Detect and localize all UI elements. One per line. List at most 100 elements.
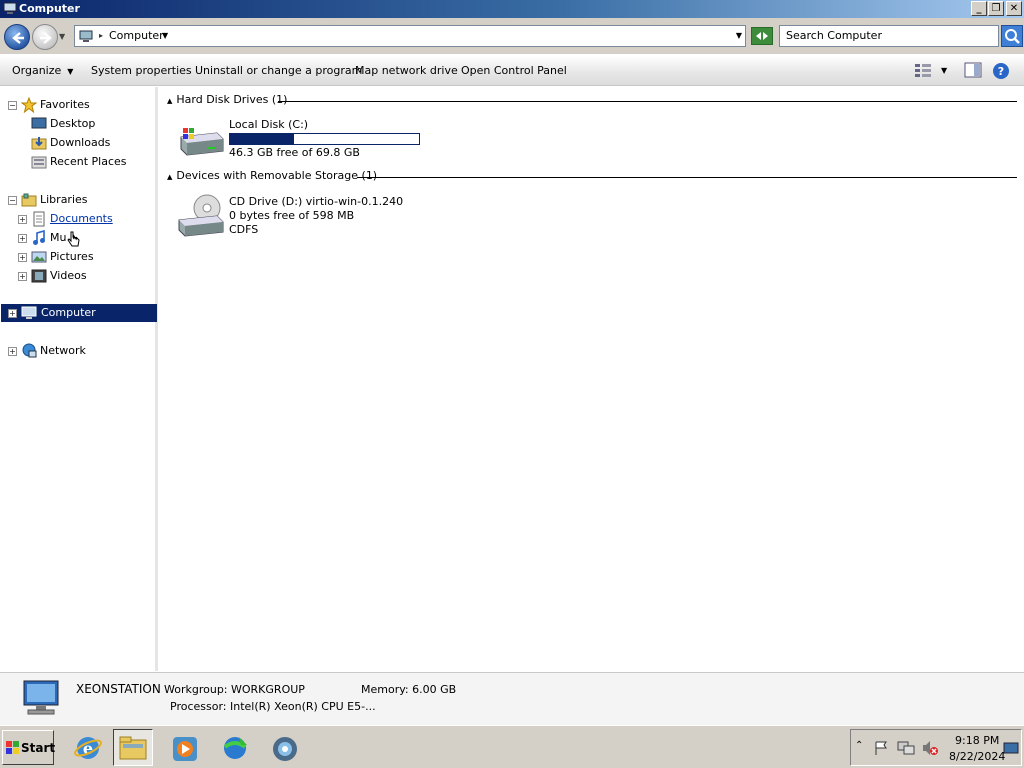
address-row: ▼ ▸ Computer ▼ ▼ Search Computer: [0, 18, 1024, 54]
nav-pictures-label: Pictures: [50, 250, 94, 263]
taskbar-app[interactable]: [264, 729, 304, 766]
recent-places-icon: [31, 156, 47, 169]
nav-music-label: Mu: [50, 231, 67, 244]
nav-desktop-label: Desktop: [50, 117, 96, 130]
network-icon: [22, 343, 37, 358]
memory: Memory: 6.00 GB: [361, 683, 457, 696]
collapse-group-icon[interactable]: ▲: [167, 173, 172, 181]
taskbar-windows-explorer[interactable]: [113, 729, 153, 766]
drive-c[interactable]: Local Disk (C:) 46.3 GB free of 69.8 GB: [175, 115, 435, 165]
address-history-dropdown[interactable]: ▼: [736, 31, 742, 40]
expand-icon[interactable]: +: [8, 309, 17, 318]
collapse-icon[interactable]: −: [8, 196, 17, 205]
network-globe-icon: [223, 737, 247, 759]
clock-time[interactable]: 9:18 PM: [955, 734, 999, 747]
chevron-down-icon[interactable]: ▼: [162, 31, 168, 40]
network-status-icon[interactable]: [897, 740, 915, 756]
nav-computer[interactable]: + Computer: [1, 304, 157, 322]
group-divider: [357, 177, 1017, 178]
command-bar: Organize ▼ System properties Uninstall or…: [0, 56, 1024, 86]
nav-libraries[interactable]: − Libraries: [0, 191, 155, 209]
map-network-drive-button[interactable]: Map network drive: [355, 64, 458, 77]
address-bar[interactable]: ▸ Computer ▼ ▼: [74, 25, 746, 47]
group-hard-disks-label: Hard Disk Drives (1): [176, 93, 288, 106]
expand-icon[interactable]: +: [8, 347, 17, 356]
back-arrow-icon: [12, 32, 24, 44]
refresh-button[interactable]: [751, 27, 773, 45]
start-button[interactable]: Start: [2, 730, 55, 765]
group-divider: [278, 101, 1017, 102]
open-control-panel-button[interactable]: Open Control Panel: [461, 64, 567, 77]
details-pane: XEONSTATION Workgroup: WORKGROUP Memory:…: [0, 672, 1024, 725]
taskbar-internet-explorer[interactable]: e: [68, 729, 108, 766]
nav-computer-label: Computer: [41, 306, 96, 319]
drive-d[interactable]: CD Drive (D:) virtio-win-0.1.240 0 bytes…: [175, 192, 435, 242]
group-header-removable[interactable]: ▲ Devices with Removable Storage (1): [167, 169, 377, 185]
forward-button[interactable]: [32, 24, 58, 50]
nav-downloads[interactable]: Downloads: [0, 134, 155, 152]
search-input[interactable]: Search Computer: [779, 25, 999, 47]
show-desktop-icon[interactable]: [1003, 742, 1019, 756]
nav-videos[interactable]: + Videos: [0, 267, 155, 285]
content-pane: ▲ Hard Disk Drives (1) Local Disk (C:) 46…: [161, 87, 1024, 671]
nav-network-label: Network: [40, 344, 86, 357]
drive-d-filesystem: CDFS: [229, 223, 259, 236]
show-hidden-icons-icon[interactable]: ⌃: [855, 740, 863, 751]
drive-c-usage-bar: [229, 133, 420, 145]
expand-icon[interactable]: +: [18, 272, 27, 281]
collapse-icon[interactable]: −: [8, 101, 17, 110]
workgroup: Workgroup: WORKGROUP: [164, 683, 305, 696]
taskbar-network-app[interactable]: [214, 729, 254, 766]
taskbar-media-player[interactable]: [164, 729, 204, 766]
preview-pane-icon[interactable]: [964, 62, 982, 78]
computer-icon: [3, 2, 17, 14]
processor: Processor: Intel(R) Xeon(R) CPU E5-...: [170, 700, 376, 713]
breadcrumb-separator-icon[interactable]: ▸: [99, 31, 103, 40]
nav-pictures[interactable]: + Pictures: [0, 248, 155, 266]
group-header-hard-disks[interactable]: ▲ Hard Disk Drives (1): [167, 93, 287, 109]
view-options-icon[interactable]: [914, 62, 932, 78]
clock-date[interactable]: 8/22/2024: [949, 750, 1005, 763]
window-title-bar[interactable]: Computer _ ❐ ✕: [0, 0, 1024, 18]
minimize-button[interactable]: _: [971, 1, 987, 16]
refresh-icon: [756, 32, 768, 40]
downloads-folder-icon: [31, 137, 47, 150]
forward-arrow-icon: [40, 32, 52, 44]
nav-documents[interactable]: + Documents: [0, 210, 155, 228]
nav-network[interactable]: + Network: [0, 342, 155, 360]
action-center-flag-icon[interactable]: [873, 740, 889, 756]
view-options-dropdown-icon[interactable]: ▼: [941, 66, 947, 75]
uninstall-program-button[interactable]: Uninstall or change a program: [195, 64, 362, 77]
nav-desktop[interactable]: Desktop: [0, 115, 155, 133]
taskbar: Start e ⌃ 9:18 PM 8/22/2024: [0, 725, 1024, 768]
windows-logo-icon: [6, 741, 19, 754]
folder-icon: [119, 736, 147, 760]
help-icon[interactable]: ?: [992, 62, 1010, 80]
expand-icon[interactable]: +: [18, 253, 27, 262]
media-player-icon: [173, 737, 197, 761]
computer-icon: [79, 30, 93, 42]
breadcrumb-computer[interactable]: Computer: [109, 29, 164, 42]
system-properties-button[interactable]: System properties: [91, 64, 192, 77]
nav-recent-places[interactable]: Recent Places: [0, 153, 155, 171]
back-button[interactable]: [4, 24, 30, 50]
drive-c-free-space: 46.3 GB free of 69.8 GB: [229, 146, 360, 159]
music-note-icon: [33, 230, 45, 245]
group-removable-label: Devices with Removable Storage (1): [176, 169, 378, 182]
nav-documents-label: Documents: [50, 212, 113, 225]
recent-pages-dropdown[interactable]: ▼: [59, 32, 65, 41]
search-button[interactable]: [1001, 25, 1023, 47]
expand-icon[interactable]: +: [18, 234, 27, 243]
close-button[interactable]: ✕: [1006, 1, 1022, 16]
system-tray: ⌃ 9:18 PM 8/22/2024: [850, 729, 1022, 766]
libraries-icon: [21, 193, 37, 207]
app-globe-icon: [273, 737, 297, 761]
organize-button[interactable]: Organize ▼: [12, 64, 73, 77]
restore-button[interactable]: ❐: [988, 1, 1004, 16]
collapse-group-icon[interactable]: ▲: [167, 97, 172, 105]
window-title: Computer: [19, 2, 80, 15]
nav-music[interactable]: + Mu: [0, 229, 155, 247]
expand-icon[interactable]: +: [18, 215, 27, 224]
volume-muted-icon[interactable]: [921, 739, 939, 757]
nav-favorites[interactable]: − Favorites: [0, 96, 155, 114]
